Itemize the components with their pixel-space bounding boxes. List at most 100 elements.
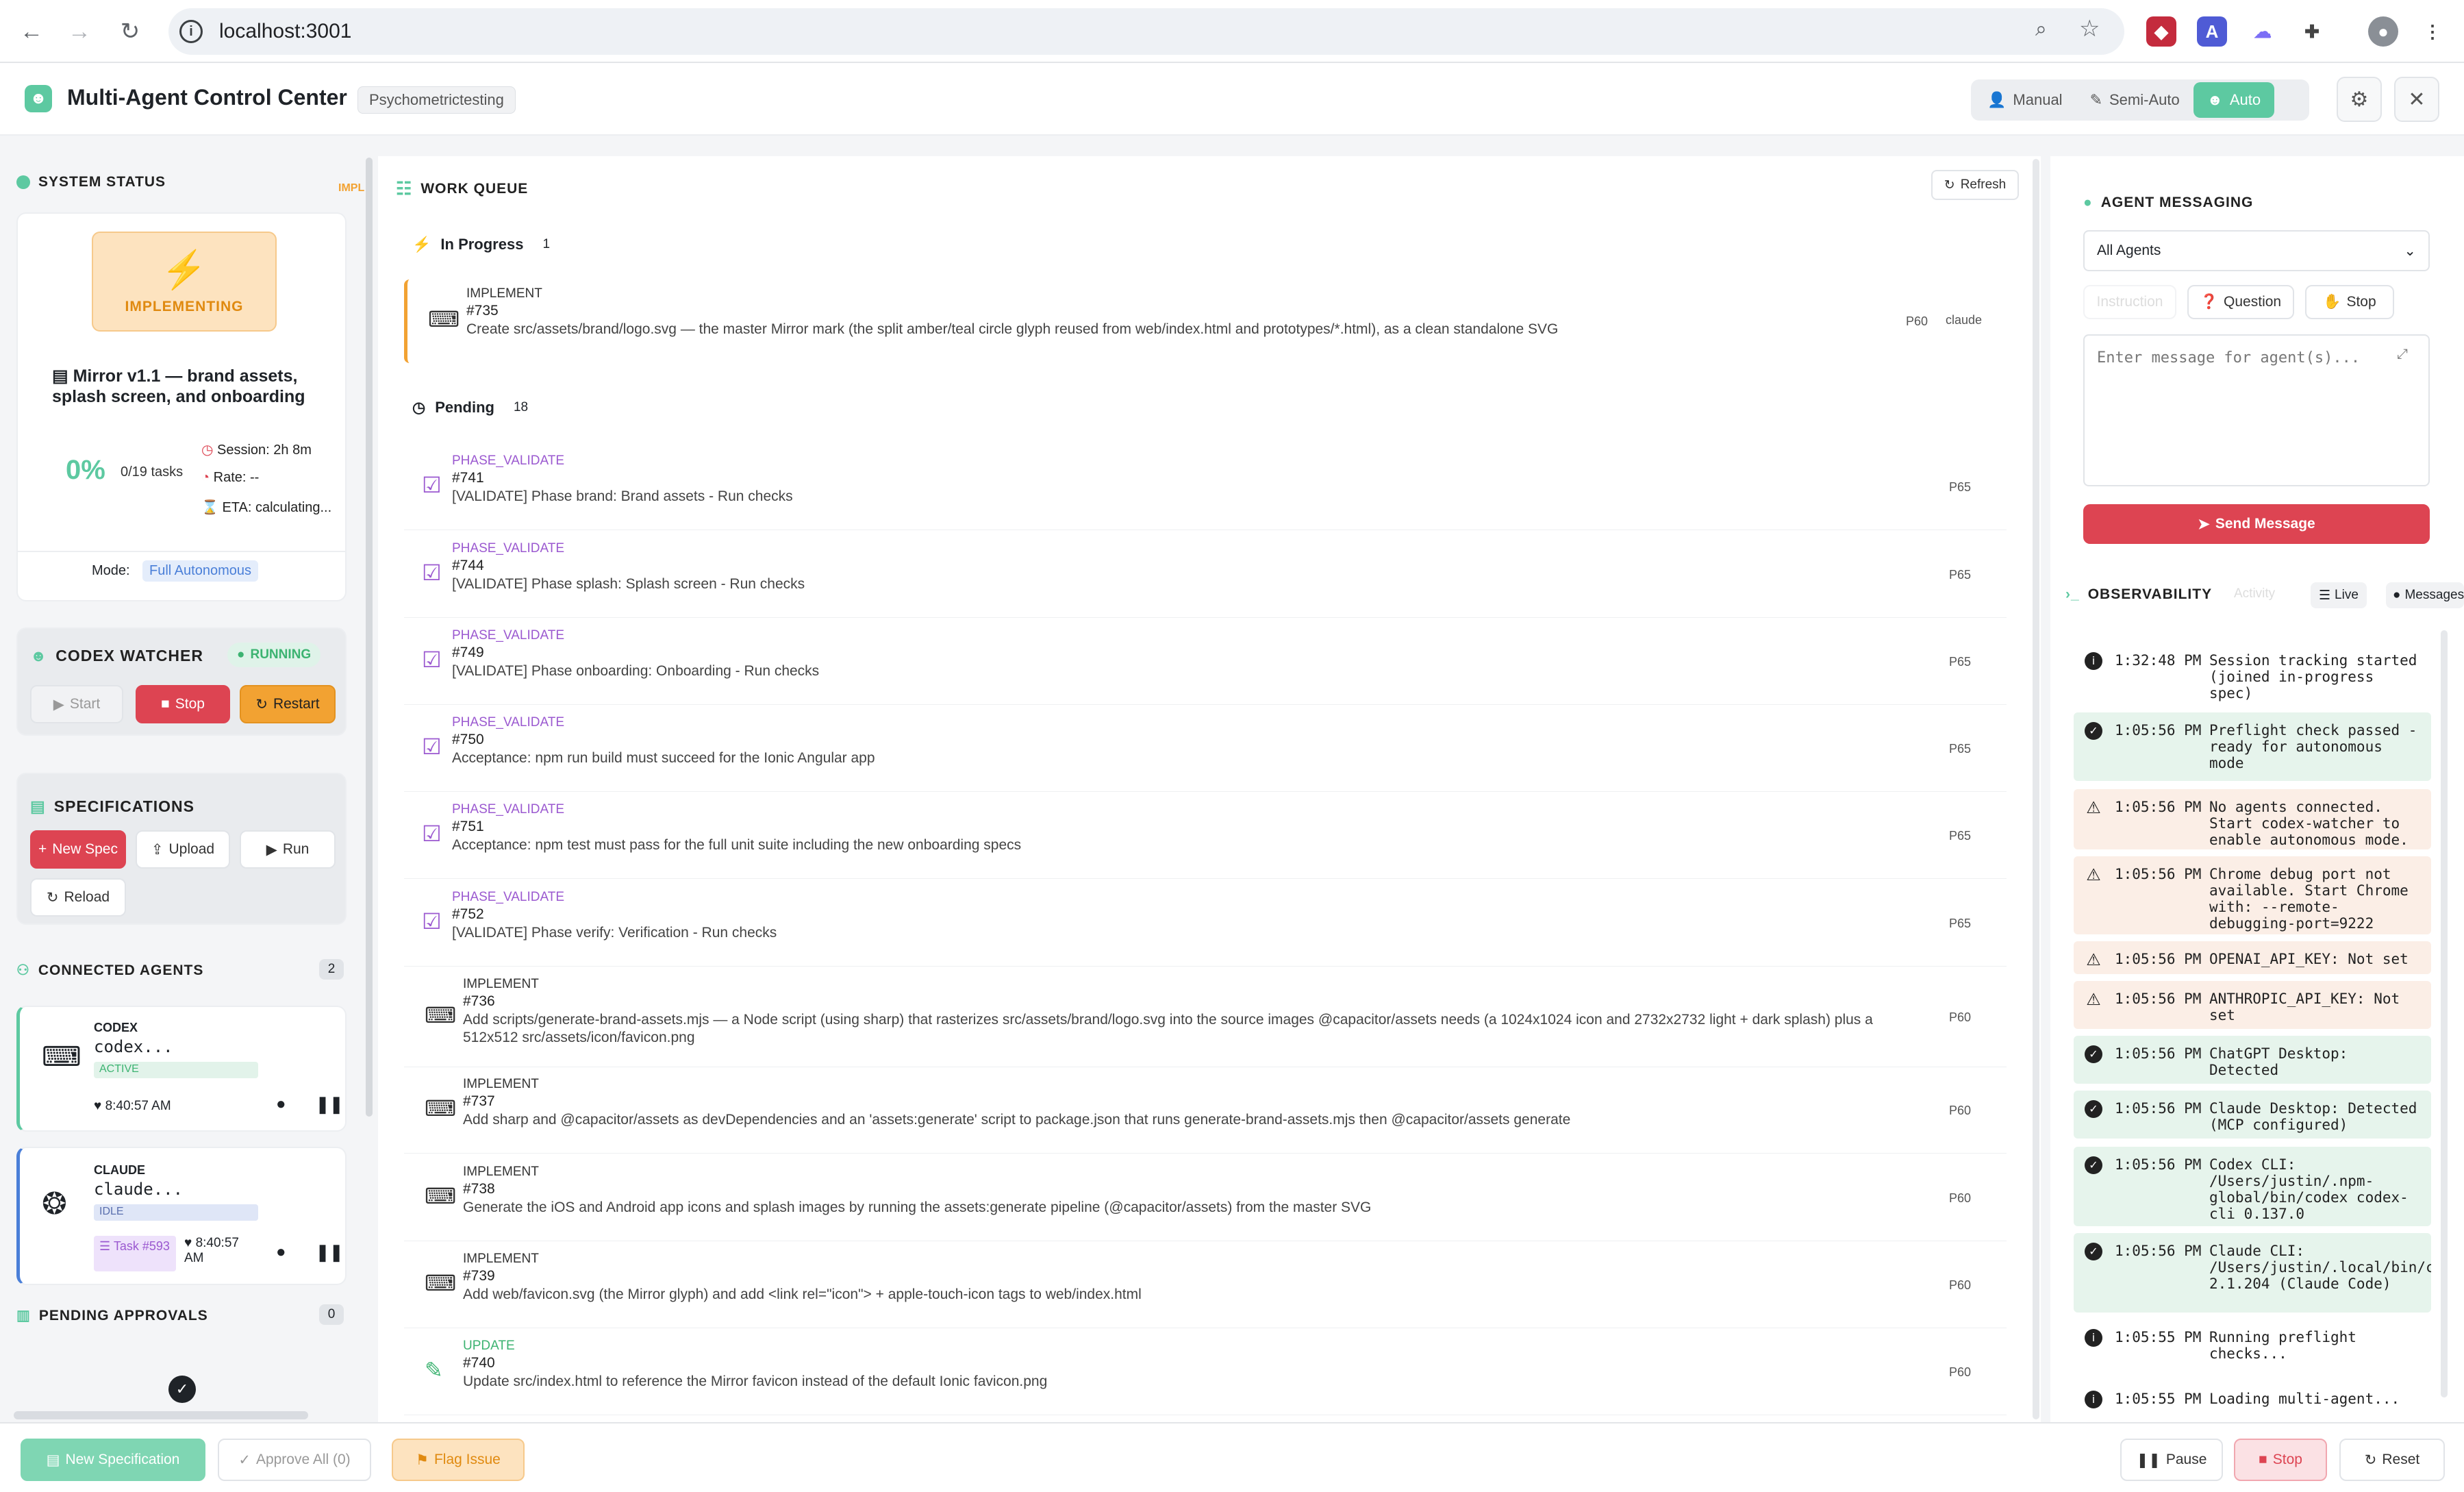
heartbeat-icon: ♥	[184, 1236, 196, 1250]
settings-button[interactable]: ⚙	[2337, 77, 2382, 122]
message-input[interactable]: Enter message for agent(s)... ⤢	[2083, 334, 2430, 486]
sidebar-scrollbar[interactable]	[366, 158, 373, 1117]
log-message: Running preflight checks...	[2209, 1329, 2356, 1362]
queue-item[interactable]: ⌨ IMPLEMENT #735 Create src/assets/brand/lo…	[404, 279, 2007, 363]
reload-button[interactable]: ↻ Reload	[30, 878, 126, 917]
watcher-stop-button[interactable]: ■ Stop	[136, 685, 230, 723]
pause-agent-icon[interactable]: ❚❚	[316, 1095, 343, 1115]
mode-auto-button[interactable]: ☻ Auto	[2193, 82, 2275, 118]
task-description: Add web/favicon.svg (the Mirror glyph) a…	[463, 1286, 1142, 1302]
task-id: #735	[466, 303, 499, 319]
upload-button[interactable]: ⇪ Upload	[136, 830, 230, 869]
log-time: 1:05:56 PM	[2115, 722, 2202, 738]
log-time: 1:32:48 PM	[2115, 652, 2202, 669]
task-type: PHASE_VALIDATE	[452, 453, 565, 468]
profile-avatar[interactable]: ●	[2368, 16, 2398, 47]
queue-item[interactable]: ☑ PHASE_VALIDATE #741 [VALIDATE] Phase bran…	[404, 447, 2007, 527]
mode-manual-button[interactable]: 👤 Manual	[1974, 82, 2076, 118]
reload-icon[interactable]: ↻	[111, 12, 149, 51]
watcher-start-button[interactable]: ▶ Start	[30, 685, 123, 723]
agent-messaging-heading: ● AGENT MESSAGING	[2083, 195, 2254, 210]
task-description: Generate the iOS and Android app icons a…	[463, 1199, 1372, 1215]
queue-item[interactable]: ⌨ IMPLEMENT #736 Add scripts/generate-brand…	[404, 970, 2007, 1065]
sidebar-horizontal-scrollbar[interactable]	[14, 1411, 308, 1419]
address-bar[interactable]: i localhost:3001 ⌕ ☆	[168, 8, 2124, 55]
queue-scrollbar[interactable]	[2033, 159, 2039, 1419]
close-button[interactable]: ✕	[2394, 77, 2439, 122]
instruction-button[interactable]: Instruction	[2083, 285, 2176, 319]
log-time: 1:05:56 PM	[2115, 1045, 2202, 1062]
queue-item[interactable]: ☑ PHASE_VALIDATE #749 [VALIDATE] Phase onbo…	[404, 621, 2007, 702]
extension-a-icon[interactable]: A	[2197, 16, 2227, 47]
log-time: 1:05:55 PM	[2115, 1391, 2202, 1407]
site-info-icon[interactable]: i	[179, 20, 203, 43]
message-agent-icon[interactable]: ●	[276, 1243, 286, 1262]
queue-item[interactable]: ⌨ IMPLEMENT #737 Add sharp and @capacitor/a…	[404, 1070, 2007, 1151]
refresh-button[interactable]: ↻ Refresh	[1931, 170, 2019, 200]
expand-icon[interactable]: ⤢	[2397, 345, 2408, 362]
work-queue-heading: ☷ WORK QUEUE	[396, 178, 529, 199]
eta: ⌛ ETA: calculating...	[201, 500, 332, 515]
brain-icon: ❂	[42, 1187, 67, 1221]
forward-icon[interactable]: →	[60, 12, 99, 51]
watcher-restart-button[interactable]: ↻ Restart	[240, 685, 336, 723]
activity-tab[interactable]: Activity	[2234, 586, 2275, 601]
stop-agent-button[interactable]: ✋ Stop	[2305, 285, 2394, 319]
task-agent: claude	[1946, 313, 1983, 327]
clipboard-check-icon: ☑	[422, 647, 442, 672]
queue-item[interactable]: ⌨ IMPLEMENT #738 Generate the iOS and Andro…	[404, 1158, 2007, 1239]
queue-item[interactable]: ⌨ IMPLEMENT #739 Add web/favicon.svg (the M…	[404, 1245, 2007, 1326]
divider	[18, 551, 345, 552]
close-icon: ✕	[2408, 88, 2426, 111]
mode-semi-auto-button[interactable]: ✎ Semi-Auto	[2076, 82, 2193, 118]
send-message-button[interactable]: ➤ Send Message	[2083, 504, 2430, 544]
agent-status-badge: ACTIVE	[94, 1062, 258, 1078]
stop-all-button[interactable]: ■ Stop	[2234, 1439, 2327, 1481]
observability-scrollbar[interactable]	[2441, 630, 2448, 1397]
message-agent-icon[interactable]: ●	[276, 1095, 286, 1114]
lightning-icon: ⚡	[161, 249, 208, 290]
agent-card-claude[interactable]: ❂ CLAUDE claude... IDLE ☰ Task #593 ♥ 8:…	[16, 1147, 347, 1285]
queue-item[interactable]: ✎ UPDATE #740 Update src/index.html to refe…	[404, 1332, 2007, 1413]
run-button[interactable]: ▶ Run	[240, 830, 336, 869]
pause-agent-icon[interactable]: ❚❚	[316, 1243, 343, 1263]
log-message: OPENAI_API_KEY: Not set	[2209, 951, 2409, 967]
queue-item[interactable]: ☑ PHASE_VALIDATE #750 Acceptance: npm run b…	[404, 708, 2007, 789]
approve-all-button[interactable]: ✓ Approve All (0)	[218, 1439, 371, 1481]
terminal-prompt-icon: ›_	[2065, 586, 2080, 602]
browser-toolbar: ← → ↻ i localhost:3001 ⌕ ☆ ◆ A ☁ ✚ ● ⋮	[0, 0, 2464, 63]
bookmark-star-icon[interactable]: ☆	[2079, 15, 2100, 42]
upload-icon: ⇪	[151, 841, 164, 858]
agent-target-select[interactable]: All Agents ⌄	[2083, 230, 2430, 271]
clipboard-icon: ▥	[16, 1308, 31, 1323]
robot-icon: ☻	[30, 647, 48, 664]
pause-button[interactable]: ❚❚ Pause	[2120, 1439, 2223, 1481]
new-spec-button[interactable]: + New Spec	[30, 830, 126, 869]
log-time: 1:05:56 PM	[2115, 991, 2202, 1007]
back-icon[interactable]: ←	[12, 12, 51, 51]
task-priority: P65	[1949, 568, 1972, 582]
agent-name: CLAUDE	[94, 1163, 145, 1177]
agent-card-codex[interactable]: ⌨ CODEX codex... ACTIVE ♥ 8:40:57 AM ● ❚…	[16, 1006, 347, 1132]
task-type: PHASE_VALIDATE	[452, 541, 565, 556]
agent-task-badge[interactable]: ☰ Task #593	[94, 1236, 176, 1271]
queue-item[interactable]: ☑ PHASE_VALIDATE #752 [VALIDATE] Phase veri…	[404, 883, 2007, 964]
messages-tab[interactable]: ● Messages	[2386, 582, 2464, 608]
queue-divider	[404, 617, 2007, 618]
new-specification-button[interactable]: ▤ New Specification	[21, 1439, 205, 1481]
question-button[interactable]: ❓ Question	[2187, 285, 2294, 319]
task-id: #751	[452, 819, 484, 834]
reset-button[interactable]: ↻ Reset	[2339, 1439, 2445, 1481]
flag-issue-button[interactable]: ⚑ Flag Issue	[392, 1439, 525, 1481]
zoom-icon[interactable]: ⌕	[2035, 18, 2047, 41]
live-tab[interactable]: ☰ Live	[2311, 582, 2367, 608]
queue-item[interactable]: ☑ PHASE_VALIDATE #751 Acceptance: npm test …	[404, 795, 2007, 876]
extension-cloud-icon[interactable]: ☁	[2248, 16, 2278, 47]
browser-menu-icon[interactable]: ⋮	[2417, 16, 2448, 47]
log-message: Preflight check passed - ready for auton…	[2209, 722, 2417, 771]
extensions-puzzle-icon[interactable]: ✚	[2297, 16, 2327, 47]
check-circle-icon: ✓	[2085, 1045, 2102, 1063]
document-icon: ▤	[52, 366, 73, 386]
queue-item[interactable]: ☑ PHASE_VALIDATE #744 [VALIDATE] Phase spla…	[404, 534, 2007, 615]
extension-shield-icon[interactable]: ◆	[2146, 16, 2176, 47]
